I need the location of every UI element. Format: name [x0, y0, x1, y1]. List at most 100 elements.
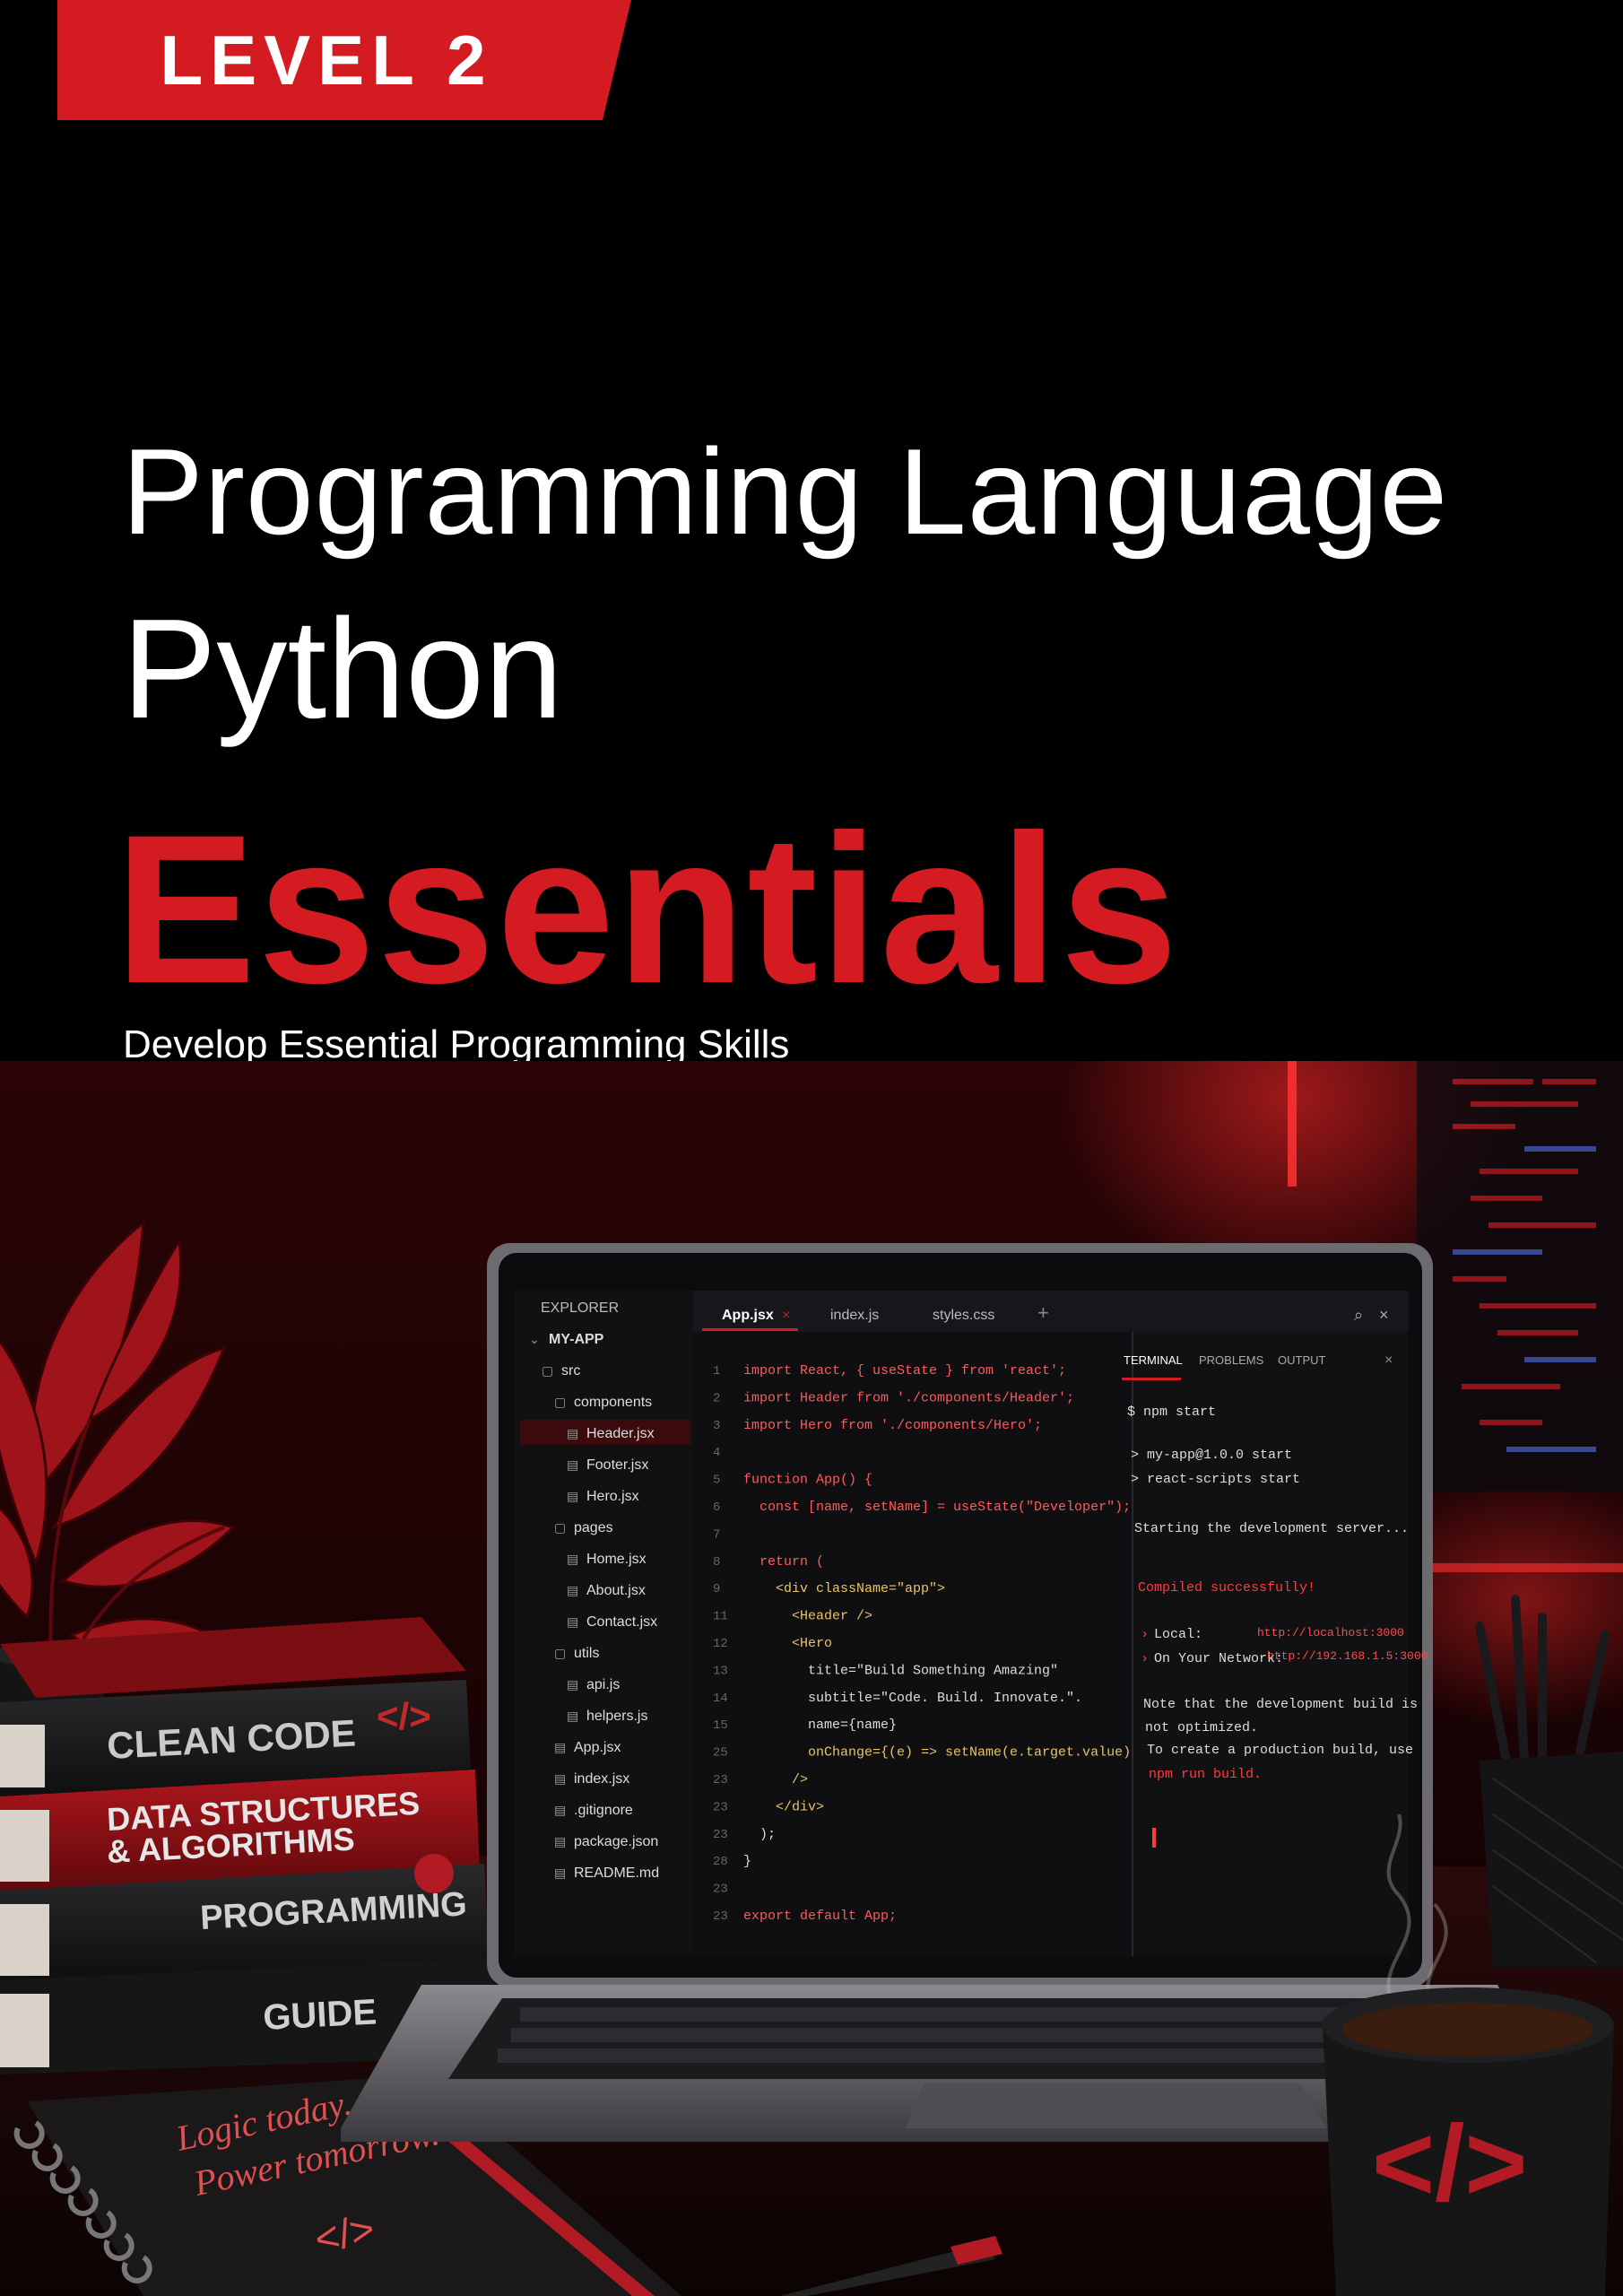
tree-item[interactable]: helpers.js [586, 1709, 647, 1724]
terminal-starting: Starting the development server... [1134, 1521, 1409, 1536]
code-line: function App() { [743, 1473, 872, 1488]
line-number: 4 [713, 1446, 720, 1460]
code-line: title="Build Something Amazing" [743, 1663, 1058, 1678]
book-cover: LEVEL 2 Programming Language Python Esse… [0, 0, 1623, 2296]
mug-code-symbol: </> [1372, 2103, 1528, 2223]
folder-icon: ⌄ [529, 1332, 540, 1346]
tree-item[interactable]: App.jsx [574, 1740, 621, 1755]
code-line: return ( [743, 1554, 824, 1570]
file-icon: ▤ [567, 1489, 578, 1503]
tree-item[interactable]: utils [574, 1646, 599, 1661]
line-number: 8 [713, 1555, 720, 1570]
line-number: 3 [713, 1419, 720, 1433]
terminal-line-1: > my-app@1.0.0 start [1131, 1448, 1292, 1463]
line-number: 23 [713, 1773, 728, 1787]
tree-item[interactable]: README.md [574, 1866, 659, 1881]
code-line: subtitle="Code. Build. Innovate.". [743, 1691, 1082, 1706]
line-number: 25 [713, 1746, 728, 1761]
folder-icon: ▢ [554, 1520, 566, 1535]
file-icon: ▤ [567, 1552, 578, 1566]
terminal-tab[interactable]: OUTPUT [1278, 1353, 1326, 1367]
code-line: import Header from './components/Header'… [743, 1390, 1074, 1405]
line-number: 6 [713, 1500, 720, 1515]
tree-item[interactable]: Hero.jsx [586, 1489, 639, 1504]
code-line: </div> [743, 1799, 824, 1814]
search-icon[interactable]: ⌕ [1354, 1306, 1363, 1324]
tree-item[interactable]: src [561, 1363, 580, 1378]
code-line: export default App; [743, 1909, 897, 1924]
line-number: 23 [713, 1828, 728, 1842]
tree-item[interactable]: components [574, 1395, 652, 1410]
title-line-3: Essentials [115, 791, 1180, 1028]
file-icon: ▤ [567, 1583, 578, 1597]
code-line: const [name, setName] = useState("Develo… [743, 1500, 1131, 1515]
editor-tabs: App.jsx index.js styles.css × [722, 1308, 994, 1323]
tree-item[interactable]: .gitignore [574, 1803, 633, 1818]
terminal-tab[interactable]: TERMINAL [1124, 1353, 1183, 1367]
close-window-icon[interactable]: × [1379, 1306, 1389, 1324]
terminal-success: Compiled successfully! [1138, 1580, 1315, 1596]
terminal-note-3: To create a production build, use [1147, 1743, 1413, 1758]
terminal-tabs: TERMINAL PROBLEMS OUTPUT [1124, 1353, 1326, 1367]
line-number: 23 [713, 1800, 728, 1814]
file-icon: ▤ [554, 1771, 566, 1786]
file-icon: ▤ [567, 1614, 578, 1629]
tree-item[interactable]: Header.jsx [586, 1426, 655, 1441]
code-line: } [743, 1854, 751, 1869]
file-icon: ▤ [554, 1740, 566, 1754]
code-line: ); [743, 1827, 776, 1842]
line-number: 2 [713, 1391, 720, 1405]
desk-scene-illustration: CLEAN CODE </> DATA STRUCTURES & ALGORIT… [0, 1061, 1623, 2296]
line-number: 23 [713, 1909, 728, 1924]
tree-item[interactable]: Home.jsx [586, 1552, 647, 1567]
code-line: <Header /> [743, 1609, 872, 1624]
editor-tab[interactable]: index.js [830, 1308, 879, 1323]
tree-item[interactable]: package.json [574, 1834, 658, 1849]
editor-tab[interactable]: styles.css [933, 1308, 994, 1323]
line-number: 7 [713, 1527, 720, 1542]
terminal-line-2: > react-scripts start [1131, 1472, 1300, 1487]
terminal-tab[interactable]: PROBLEMS [1199, 1353, 1264, 1367]
tab-close-icon[interactable]: × [782, 1308, 790, 1323]
file-icon: ▤ [554, 1803, 566, 1817]
level-badge-text: LEVEL 2 [160, 21, 493, 100]
folder-icon: ▢ [542, 1363, 553, 1378]
svg-text:›: › [1141, 1651, 1149, 1666]
terminal-network-url: http://192.168.1.5:3000 [1267, 1649, 1428, 1663]
line-number: 9 [713, 1582, 720, 1596]
file-icon: ▤ [567, 1709, 578, 1723]
editor-tab[interactable]: App.jsx [722, 1308, 774, 1323]
terminal-cursor [1152, 1828, 1156, 1848]
tree-item[interactable]: index.jsx [574, 1771, 629, 1787]
code-line: <div className="app"> [743, 1581, 945, 1596]
title-line-2: Python [122, 590, 563, 748]
tree-item[interactable]: About.jsx [586, 1583, 646, 1598]
file-icon: ▤ [567, 1426, 578, 1440]
terminal-note-1: Note that the development build is [1143, 1697, 1418, 1712]
tree-item[interactable]: MY-APP [549, 1332, 604, 1347]
line-number: 15 [713, 1718, 728, 1733]
book-guide-title: GUIDE [262, 1992, 378, 2038]
code-line: import React, { useState } from 'react'; [743, 1363, 1066, 1378]
tree-item[interactable]: Footer.jsx [586, 1457, 648, 1473]
new-tab-icon[interactable]: + [1037, 1301, 1049, 1324]
tree-item[interactable]: pages [574, 1520, 613, 1535]
tree-item[interactable]: api.js [586, 1677, 620, 1692]
code-line: /> [743, 1772, 808, 1787]
terminal-close-icon[interactable]: × [1384, 1352, 1393, 1368]
tree-item[interactable]: Contact.jsx [586, 1614, 657, 1630]
code-line: import Hero from './components/Hero'; [743, 1418, 1042, 1433]
terminal-command: $ npm start [1127, 1405, 1216, 1420]
line-number: 12 [713, 1637, 728, 1651]
file-icon: ▤ [567, 1677, 578, 1692]
line-number: 5 [713, 1474, 720, 1488]
line-number: 14 [713, 1692, 728, 1706]
file-icon: ▤ [554, 1866, 566, 1880]
folder-icon: ▢ [554, 1395, 566, 1409]
code-line: <Hero [743, 1636, 832, 1651]
terminal-note-4: npm run build. [1149, 1767, 1262, 1782]
terminal-network-label: On Your Network: [1154, 1651, 1283, 1666]
code-line: onChange={(e) => setName(e.target.value)… [743, 1745, 1139, 1761]
code-line: name={name} [743, 1718, 897, 1733]
book-code-symbol: </> [377, 1695, 431, 1737]
